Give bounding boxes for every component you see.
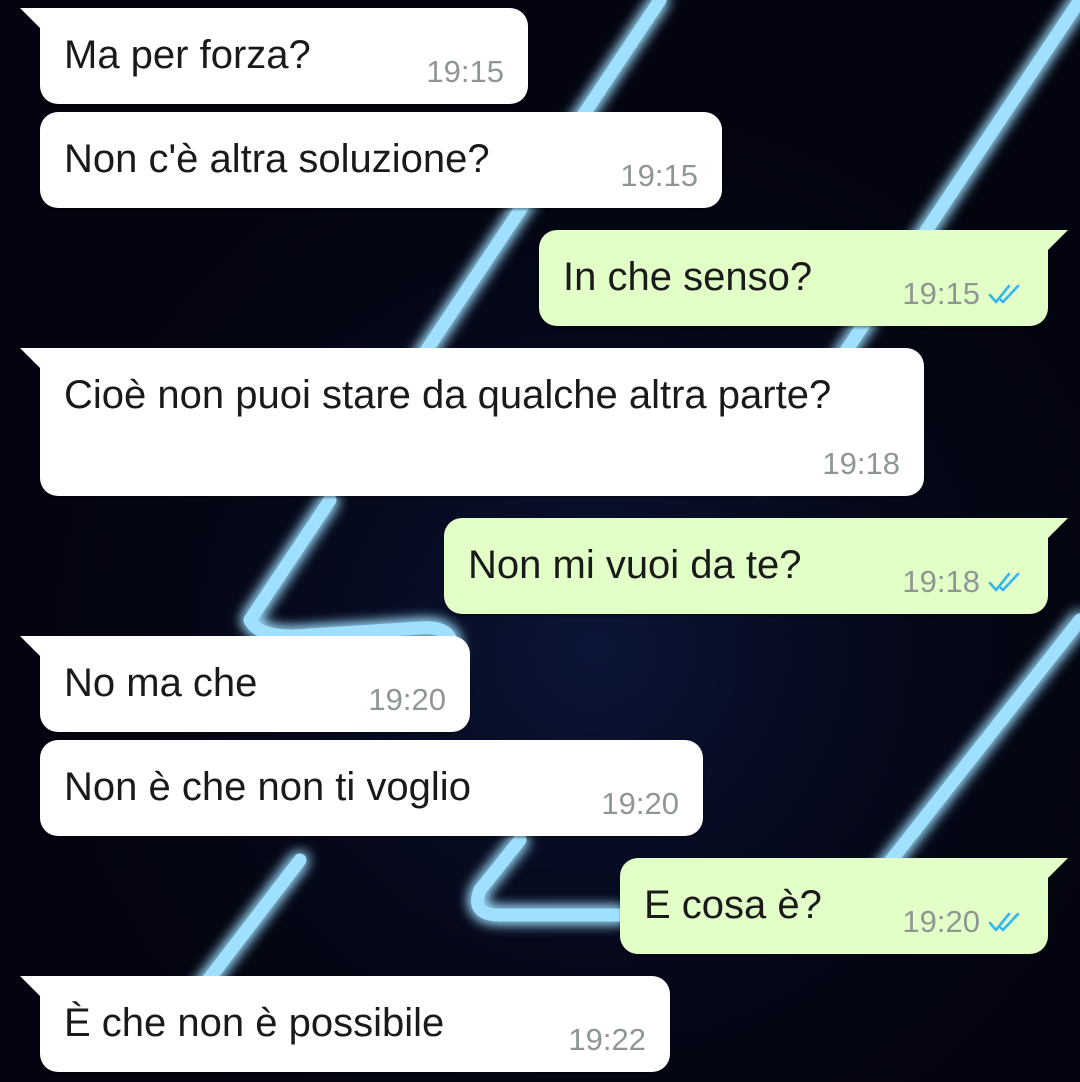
message-timestamp: 19:20 bbox=[902, 904, 980, 939]
read-double-check-icon bbox=[988, 572, 1020, 592]
outgoing-message-bubble[interactable]: E cosa è? 19:20 bbox=[620, 858, 1068, 954]
message-text: No ma che bbox=[64, 661, 258, 705]
message-meta: 19:18 bbox=[902, 564, 1024, 600]
message-meta: 19:15 bbox=[902, 276, 1024, 312]
incoming-message-bubble[interactable]: Non è che non ti voglio 19:20 bbox=[40, 740, 703, 836]
message-meta: 19:20 bbox=[368, 682, 446, 718]
message-meta: 19:15 bbox=[620, 158, 698, 194]
message-meta: 19:22 bbox=[568, 1022, 646, 1058]
message-meta: 19:18 bbox=[822, 446, 900, 482]
message-timestamp: 19:15 bbox=[902, 276, 980, 311]
message-text: Non mi vuoi da te? bbox=[468, 543, 802, 587]
incoming-message-bubble[interactable]: È che non è possibile 19:22 bbox=[20, 976, 670, 1072]
message-text: Cioè non puoi stare da qualche altra par… bbox=[64, 373, 832, 417]
outgoing-message-bubble[interactable]: In che senso? 19:15 bbox=[539, 230, 1068, 326]
message-timestamp: 19:18 bbox=[822, 446, 900, 481]
message-text: Non c'è altra soluzione? bbox=[64, 137, 490, 181]
message-timestamp: 19:20 bbox=[368, 682, 446, 717]
read-double-check-icon bbox=[988, 284, 1020, 304]
message-timestamp: 19:20 bbox=[601, 786, 679, 821]
message-text: In che senso? bbox=[563, 255, 813, 299]
read-double-check-icon bbox=[988, 912, 1020, 932]
message-meta: 19:20 bbox=[601, 786, 679, 822]
message-timestamp: 19:18 bbox=[902, 564, 980, 599]
incoming-message-bubble[interactable]: No ma che 19:20 bbox=[20, 636, 470, 732]
message-text: È che non è possibile bbox=[64, 1001, 445, 1045]
incoming-message-bubble[interactable]: Ma per forza? 19:15 bbox=[20, 8, 528, 104]
outgoing-message-bubble[interactable]: Non mi vuoi da te? 19:18 bbox=[444, 518, 1068, 614]
message-text: Ma per forza? bbox=[64, 33, 311, 77]
message-text: E cosa è? bbox=[644, 883, 822, 927]
incoming-message-bubble[interactable]: Cioè non puoi stare da qualche altra par… bbox=[20, 348, 924, 496]
message-meta: 19:15 bbox=[426, 54, 504, 90]
message-text: Non è che non ti voglio bbox=[64, 765, 471, 809]
incoming-message-bubble[interactable]: Non c'è altra soluzione? 19:15 bbox=[40, 112, 722, 208]
message-timestamp: 19:15 bbox=[426, 54, 504, 89]
message-timestamp: 19:22 bbox=[568, 1022, 646, 1057]
message-timestamp: 19:15 bbox=[620, 158, 698, 193]
message-meta: 19:20 bbox=[902, 904, 1024, 940]
